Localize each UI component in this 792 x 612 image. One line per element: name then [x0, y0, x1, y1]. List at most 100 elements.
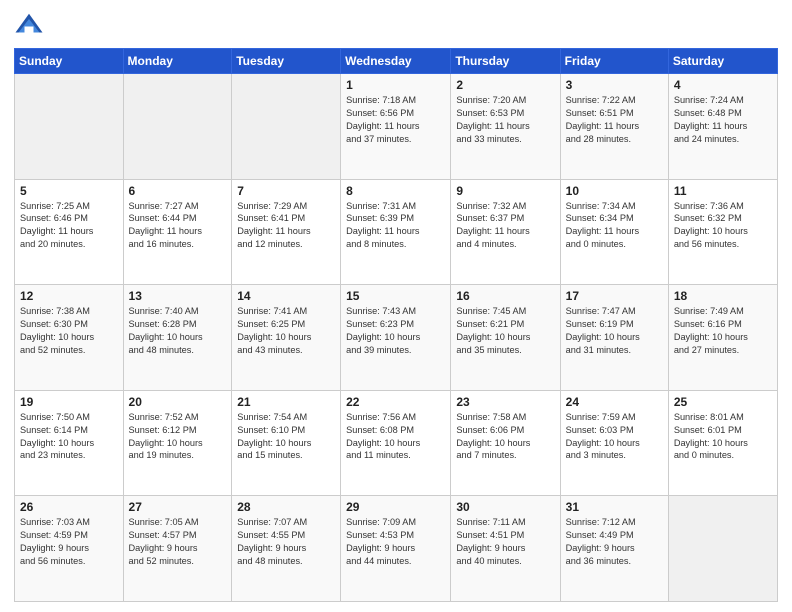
calendar-day-25: 25Sunrise: 8:01 AM Sunset: 6:01 PM Dayli… — [668, 390, 777, 496]
day-info: Sunrise: 7:34 AM Sunset: 6:34 PM Dayligh… — [566, 200, 663, 252]
day-number: 9 — [456, 184, 554, 198]
calendar-day-20: 20 Sunrise: 7:52 AM Sunset: 6:12 PM Dayli… — [123, 390, 232, 496]
day-number: 20 — [129, 395, 227, 409]
day-info: Sunrise: 7:24 AM Sunset: 6:48 PM Dayligh… — [674, 94, 772, 146]
day-info: Sunrise: 7:05 AM Sunset: 4:57 PM Dayligh… — [129, 516, 227, 568]
calendar-day-31: 31Sunrise: 7:12 AM Sunset: 4:49 PM Dayli… — [560, 496, 668, 602]
calendar-day-6: 6Sunrise: 7:27 AM Sunset: 6:44 PM Daylig… — [123, 179, 232, 285]
day-number: 29 — [346, 500, 445, 514]
day-number: 26 — [20, 500, 118, 514]
day-info: Sunrise: 7:36 AM Sunset: 6:32 PM Dayligh… — [674, 200, 772, 252]
day-info: Sunrise: 7:47 AM Sunset: 6:19 PM Dayligh… — [566, 305, 663, 357]
calendar-header-row: SundayMondayTuesdayWednesdayThursdayFrid… — [15, 49, 778, 74]
calendar-day-14: 14Sunrise: 7:41 AM Sunset: 6:25 PM Dayli… — [232, 285, 341, 391]
day-info: Sunrise: 7:59 AM Sunset: 6:03 PM Dayligh… — [566, 411, 663, 463]
day-info: Sunrise: 7:12 AM Sunset: 4:49 PM Dayligh… — [566, 516, 663, 568]
day-number: 10 — [566, 184, 663, 198]
calendar-day-empty — [15, 74, 124, 180]
day-number: 23 — [456, 395, 554, 409]
calendar-day-1: 1Sunrise: 7:18 AM Sunset: 6:56 PM Daylig… — [341, 74, 451, 180]
day-number: 25 — [674, 395, 772, 409]
calendar-day-22: 22 Sunrise: 7:56 AM Sunset: 6:08 PM Dayli… — [341, 390, 451, 496]
day-header-saturday: Saturday — [668, 49, 777, 74]
calendar-day-27: 27 Sunrise: 7:05 AM Sunset: 4:57 PM Dayli… — [123, 496, 232, 602]
header — [14, 10, 778, 40]
day-info: Sunrise: 7:40 AM Sunset: 6:28 PM Dayligh… — [129, 305, 227, 357]
calendar-week-row: 12Sunrise: 7:38 AM Sunset: 6:30 PM Dayli… — [15, 285, 778, 391]
day-info: Sunrise: 7:25 AM Sunset: 6:46 PM Dayligh… — [20, 200, 118, 252]
day-number: 27 — [129, 500, 227, 514]
day-header-thursday: Thursday — [451, 49, 560, 74]
day-header-sunday: Sunday — [15, 49, 124, 74]
calendar-day-2: 2 Sunrise: 7:20 AM Sunset: 6:53 PM Daylig… — [451, 74, 560, 180]
calendar-day-24: 24 Sunrise: 7:59 AM Sunset: 6:03 PM Dayli… — [560, 390, 668, 496]
day-number: 4 — [674, 78, 772, 92]
day-info: Sunrise: 7:54 AM Sunset: 6:10 PM Dayligh… — [237, 411, 335, 463]
calendar-day-17: 17Sunrise: 7:47 AM Sunset: 6:19 PM Dayli… — [560, 285, 668, 391]
day-number: 22 — [346, 395, 445, 409]
calendar-day-4: 4 Sunrise: 7:24 AM Sunset: 6:48 PM Daylig… — [668, 74, 777, 180]
day-info: Sunrise: 7:31 AM Sunset: 6:39 PM Dayligh… — [346, 200, 445, 252]
day-info: Sunrise: 7:58 AM Sunset: 6:06 PM Dayligh… — [456, 411, 554, 463]
day-number: 13 — [129, 289, 227, 303]
day-info: Sunrise: 7:49 AM Sunset: 6:16 PM Dayligh… — [674, 305, 772, 357]
day-info: Sunrise: 7:56 AM Sunset: 6:08 PM Dayligh… — [346, 411, 445, 463]
calendar-day-8: 8 Sunrise: 7:31 AM Sunset: 6:39 PM Daylig… — [341, 179, 451, 285]
calendar-day-16: 16 Sunrise: 7:45 AM Sunset: 6:21 PM Dayli… — [451, 285, 560, 391]
day-number: 28 — [237, 500, 335, 514]
day-number: 11 — [674, 184, 772, 198]
calendar-day-13: 13 Sunrise: 7:40 AM Sunset: 6:28 PM Dayli… — [123, 285, 232, 391]
day-number: 18 — [674, 289, 772, 303]
day-info: Sunrise: 7:32 AM Sunset: 6:37 PM Dayligh… — [456, 200, 554, 252]
calendar-day-empty — [232, 74, 341, 180]
logo-icon — [14, 10, 44, 40]
day-info: Sunrise: 7:43 AM Sunset: 6:23 PM Dayligh… — [346, 305, 445, 357]
day-number: 15 — [346, 289, 445, 303]
day-number: 19 — [20, 395, 118, 409]
day-info: Sunrise: 7:27 AM Sunset: 6:44 PM Dayligh… — [129, 200, 227, 252]
calendar-day-5: 5 Sunrise: 7:25 AM Sunset: 6:46 PM Daylig… — [15, 179, 124, 285]
day-info: Sunrise: 7:09 AM Sunset: 4:53 PM Dayligh… — [346, 516, 445, 568]
day-info: Sunrise: 7:22 AM Sunset: 6:51 PM Dayligh… — [566, 94, 663, 146]
day-number: 14 — [237, 289, 335, 303]
calendar-day-29: 29 Sunrise: 7:09 AM Sunset: 4:53 PM Dayli… — [341, 496, 451, 602]
calendar-week-row: 19 Sunrise: 7:50 AM Sunset: 6:14 PM Dayli… — [15, 390, 778, 496]
day-header-tuesday: Tuesday — [232, 49, 341, 74]
day-info: Sunrise: 7:03 AM Sunset: 4:59 PM Dayligh… — [20, 516, 118, 568]
page: SundayMondayTuesdayWednesdayThursdayFrid… — [0, 0, 792, 612]
day-info: Sunrise: 7:07 AM Sunset: 4:55 PM Dayligh… — [237, 516, 335, 568]
calendar-day-15: 15 Sunrise: 7:43 AM Sunset: 6:23 PM Dayli… — [341, 285, 451, 391]
day-info: Sunrise: 7:38 AM Sunset: 6:30 PM Dayligh… — [20, 305, 118, 357]
calendar-week-row: 1Sunrise: 7:18 AM Sunset: 6:56 PM Daylig… — [15, 74, 778, 180]
day-header-friday: Friday — [560, 49, 668, 74]
day-number: 2 — [456, 78, 554, 92]
day-number: 24 — [566, 395, 663, 409]
day-info: Sunrise: 7:45 AM Sunset: 6:21 PM Dayligh… — [456, 305, 554, 357]
calendar-day-3: 3 Sunrise: 7:22 AM Sunset: 6:51 PM Daylig… — [560, 74, 668, 180]
calendar-day-18: 18 Sunrise: 7:49 AM Sunset: 6:16 PM Dayli… — [668, 285, 777, 391]
day-number: 7 — [237, 184, 335, 198]
logo — [14, 10, 48, 40]
day-info: Sunrise: 7:52 AM Sunset: 6:12 PM Dayligh… — [129, 411, 227, 463]
day-header-wednesday: Wednesday — [341, 49, 451, 74]
calendar-day-30: 30Sunrise: 7:11 AM Sunset: 4:51 PM Dayli… — [451, 496, 560, 602]
calendar-day-11: 11 Sunrise: 7:36 AM Sunset: 6:32 PM Dayli… — [668, 179, 777, 285]
calendar-week-row: 26 Sunrise: 7:03 AM Sunset: 4:59 PM Dayli… — [15, 496, 778, 602]
calendar-day-23: 23 Sunrise: 7:58 AM Sunset: 6:06 PM Dayli… — [451, 390, 560, 496]
calendar-day-28: 28 Sunrise: 7:07 AM Sunset: 4:55 PM Dayli… — [232, 496, 341, 602]
calendar-week-row: 5 Sunrise: 7:25 AM Sunset: 6:46 PM Daylig… — [15, 179, 778, 285]
calendar: SundayMondayTuesdayWednesdayThursdayFrid… — [14, 48, 778, 602]
calendar-day-empty — [668, 496, 777, 602]
day-number: 30 — [456, 500, 554, 514]
calendar-day-19: 19 Sunrise: 7:50 AM Sunset: 6:14 PM Dayli… — [15, 390, 124, 496]
day-number: 5 — [20, 184, 118, 198]
calendar-day-21: 21Sunrise: 7:54 AM Sunset: 6:10 PM Dayli… — [232, 390, 341, 496]
day-number: 16 — [456, 289, 554, 303]
day-info: Sunrise: 7:50 AM Sunset: 6:14 PM Dayligh… — [20, 411, 118, 463]
day-number: 3 — [566, 78, 663, 92]
day-number: 8 — [346, 184, 445, 198]
day-info: Sunrise: 7:18 AM Sunset: 6:56 PM Dayligh… — [346, 94, 445, 146]
calendar-day-empty — [123, 74, 232, 180]
calendar-day-26: 26 Sunrise: 7:03 AM Sunset: 4:59 PM Dayli… — [15, 496, 124, 602]
day-info: Sunrise: 7:20 AM Sunset: 6:53 PM Dayligh… — [456, 94, 554, 146]
